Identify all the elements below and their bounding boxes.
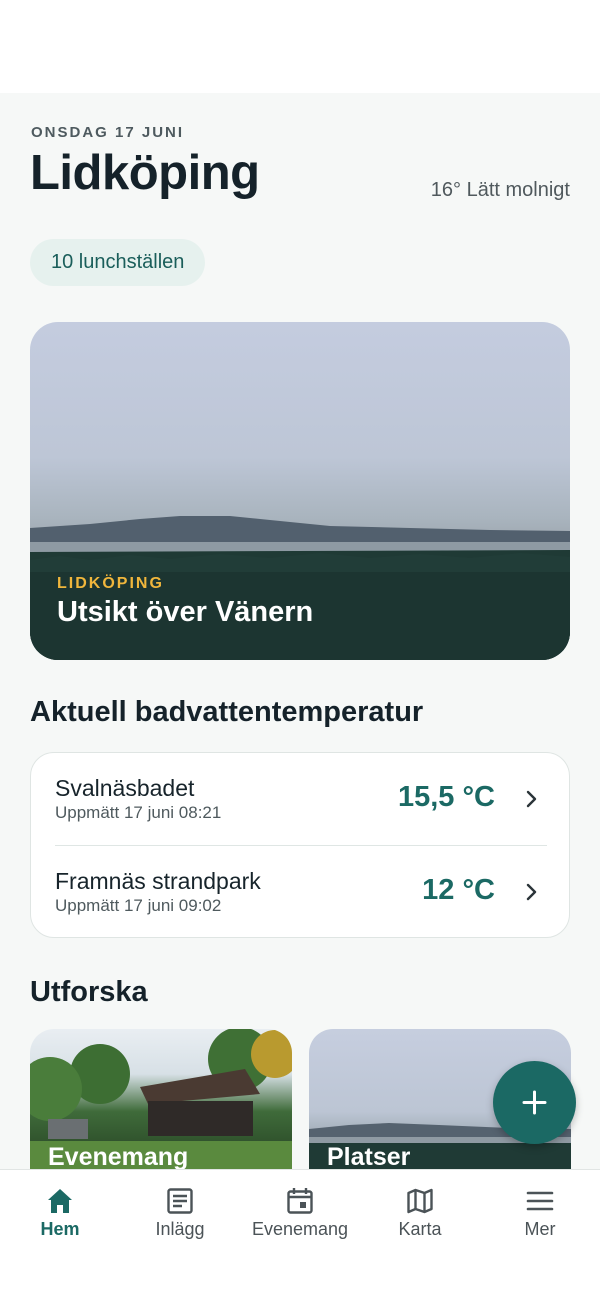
tab-label: Hem [40, 1219, 80, 1239]
explore-card-events[interactable]: Evenemang [30, 1029, 292, 1169]
beach-name: Svalnäsbadet [55, 775, 195, 801]
bottom-tab-bar: Hem Inlägg Evenemang Karta Mer [0, 1169, 600, 1304]
measured-time: Uppmätt 17 juni 08:21 [55, 803, 222, 822]
date-label: ONSDAG 17 JUNI [31, 124, 185, 141]
tab-inlagg[interactable]: Inlägg [120, 1170, 240, 1260]
map-icon [407, 1188, 433, 1214]
explore-card-label: Platser [327, 1143, 411, 1169]
weather-summary: 16° Lätt molnigt [430, 179, 570, 201]
water-temperature: 12 °C [422, 874, 495, 906]
plus-icon [522, 1090, 547, 1115]
featured-card[interactable]: LIDKÖPING Utsikt över Vänern [30, 322, 570, 660]
bath-temp-card: Svalnäsbadet Uppmätt 17 juni 08:21 15,5 … [30, 752, 570, 938]
explore-heading: Utforska [30, 976, 148, 1008]
add-button[interactable] [493, 1061, 576, 1144]
tab-karta[interactable]: Karta [360, 1170, 480, 1260]
featured-title: Utsikt över Vänern [57, 596, 314, 628]
measured-time: Uppmätt 17 juni 09:02 [55, 896, 222, 915]
article-icon [167, 1188, 193, 1214]
tab-label: Karta [398, 1219, 442, 1239]
tab-evenemang[interactable]: Evenemang [240, 1170, 360, 1260]
home-icon [48, 1189, 72, 1213]
chevron-right-icon [526, 790, 537, 808]
beach-name: Framnäs strandpark [55, 868, 261, 894]
status-bar-area [0, 0, 600, 93]
home-screen: ONSDAG 17 JUNI Lidköping 16° Lätt molnig… [0, 93, 600, 1169]
bath-temp-heading: Aktuell badvattentemperatur [30, 696, 424, 728]
lunch-places-chip[interactable]: 10 lunchställen [30, 239, 206, 286]
explore-card-label: Evenemang [48, 1143, 189, 1169]
menu-icon [526, 1191, 554, 1211]
tab-label: Inlägg [155, 1219, 205, 1239]
tab-hem[interactable]: Hem [0, 1170, 120, 1260]
tab-label: Mer [524, 1219, 556, 1239]
bath-temp-row[interactable]: Framnäs strandpark Uppmätt 17 juni 09:02… [31, 846, 571, 938]
bath-temp-row[interactable]: Svalnäsbadet Uppmätt 17 juni 08:21 15,5 … [31, 753, 571, 845]
water-temperature: 15,5 °C [397, 781, 495, 813]
featured-location: LIDKÖPING [57, 575, 164, 592]
tab-label: Evenemang [251, 1219, 349, 1239]
chevron-right-icon [526, 883, 537, 901]
page-title: Lidköping [30, 146, 260, 200]
tab-mer[interactable]: Mer [480, 1170, 600, 1260]
calendar-icon [287, 1188, 313, 1214]
